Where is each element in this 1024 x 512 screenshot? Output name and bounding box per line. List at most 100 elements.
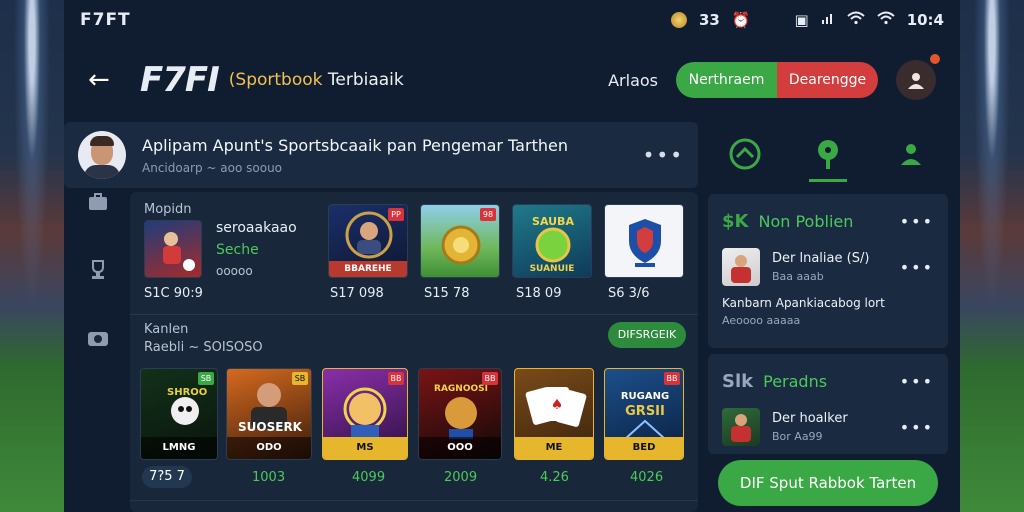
featured-game-code: ooooo	[216, 264, 253, 278]
wifi-icon-secondary	[877, 11, 895, 29]
tab-profile[interactable]	[869, 122, 952, 186]
popular-item-5[interactable]: ♠ ME	[514, 368, 594, 460]
profile-avatar[interactable]	[896, 54, 940, 100]
svg-text:RUGANG: RUGANG	[621, 391, 669, 402]
featured-item-4[interactable]	[604, 204, 684, 278]
item-price: S6 3/6	[608, 286, 650, 301]
trophy-icon[interactable]	[84, 258, 112, 286]
more-options-icon[interactable]: •••	[643, 143, 684, 167]
list-item[interactable]: Der lnaliae (S/) Baa aaab •••	[708, 248, 948, 286]
status-brand: F7FT	[80, 10, 131, 30]
featured-item-2[interactable]: 98	[420, 204, 500, 278]
featured-game-thumbnail[interactable]	[144, 220, 202, 278]
popular-section-label: Kanlen	[144, 322, 189, 337]
item-badge: PP	[388, 208, 404, 221]
svg-text:♠: ♠	[551, 397, 564, 413]
user-icon	[908, 73, 924, 89]
back-arrow-icon[interactable]: ←	[88, 65, 128, 95]
list-item-title: Der lnaliae (S/)	[772, 251, 870, 266]
app-window: F7FT 33 ⏰ ▣ 10:4 ← F7FI (Sportbook Terbi…	[64, 0, 960, 512]
header-link[interactable]: Arlaos	[608, 71, 658, 90]
app-header: ← F7FI (Sportbook Terbiaaik Arlaos Nerth…	[64, 48, 960, 112]
item-price: 4099	[352, 470, 386, 485]
notification-dot	[930, 54, 940, 64]
svg-text:GRSII: GRSII	[625, 404, 665, 419]
mode-toggle[interactable]: Nerthraem Dearengge	[676, 62, 878, 98]
popular-item-2[interactable]: SUOSERK SB ODO	[226, 368, 312, 460]
note-text: Kanbarn Apankiacabog lort	[722, 296, 885, 310]
list-item[interactable]: Der hoalker Bor Aa99 •••	[708, 408, 948, 446]
section-divider	[130, 314, 698, 315]
featured-game-status: Seche	[216, 242, 259, 258]
stats-icon: Slk	[722, 370, 754, 392]
toggle-option-off[interactable]: Dearengge	[777, 62, 878, 98]
coin-icon	[670, 12, 687, 28]
more-options-icon[interactable]: •••	[900, 418, 934, 437]
item-price: 4.26	[540, 470, 569, 485]
side-card-periods: Slk Peradns ••• Der hoalker Bor Aa99 •••	[708, 354, 948, 454]
more-options-icon[interactable]: •••	[900, 212, 934, 231]
left-rail	[80, 190, 116, 390]
section-divider	[130, 500, 698, 501]
gauge-icon	[729, 138, 761, 170]
popular-item-6[interactable]: RUGANG GRSII BB BED	[604, 368, 684, 460]
player-thumbnail	[722, 248, 760, 286]
item-price: S18 09	[516, 286, 562, 301]
svg-text:SAUBA: SAUBA	[532, 215, 574, 228]
battery-saver-icon: ▣	[794, 11, 809, 29]
featured-item-3[interactable]: SAUBA SUANUIE	[512, 204, 592, 278]
more-options-icon[interactable]: •••	[900, 372, 934, 391]
popular-item-4[interactable]: RAGNOOSI BB OOO	[418, 368, 502, 460]
banner-title: Aplipam Apunt's Sportsbcaaik pan Pengema…	[142, 135, 568, 155]
popular-item-1[interactable]: SHROO SB LMNG	[140, 368, 218, 460]
toggle-option-on[interactable]: Nerthraem	[676, 62, 777, 98]
featured-section-label: Mopidn	[144, 202, 192, 217]
camera-icon[interactable]	[84, 326, 112, 354]
item-caption: SUANUIE	[529, 264, 575, 274]
featured-game-price: S1C 90:9	[144, 286, 203, 301]
note-meta: Aeoooo aaaaa	[722, 314, 801, 327]
more-options-icon[interactable]: •••	[900, 258, 934, 277]
app-subtitle: (Sportbook Terbiaaik	[229, 70, 404, 90]
item-caption: BED	[605, 437, 683, 459]
popular-filter-button[interactable]: DIFSRGEIK	[608, 322, 686, 348]
status-bar: F7FT 33 ⏰ ▣ 10:4	[64, 0, 960, 40]
featured-banner-card[interactable]: Aplipam Apunt's Sportsbcaaik pan Pengema…	[64, 122, 698, 188]
user-icon	[900, 144, 921, 165]
item-caption: OOO	[419, 437, 501, 459]
football-player-icon	[163, 232, 195, 271]
featured-item-1[interactable]: PP BBAREHE	[328, 204, 408, 278]
player-avatar	[78, 131, 126, 179]
svg-text:SUOSERK: SUOSERK	[238, 420, 303, 434]
alarm-icon: ⏰	[731, 11, 751, 29]
item-badge: BB	[482, 372, 498, 385]
app-logo: F7FI	[140, 60, 220, 100]
signal-icon	[821, 11, 835, 29]
cta-button[interactable]: DIF Sput Rabbok Tarten	[718, 460, 938, 506]
player-thumbnail	[722, 408, 760, 446]
list-item-meta: Bor Aa99	[772, 430, 823, 443]
side-card-news: $K Non Poblien ••• Der lnaliae (S/) Baa …	[708, 194, 948, 348]
side-card-note: Kanbarn Apankiacabog lort Aeoooo aaaaa	[708, 286, 948, 327]
item-badge: 98	[480, 208, 496, 221]
side-card-title: Non Poblien	[758, 211, 854, 231]
item-price: 7?5 7	[142, 466, 192, 488]
tab-stats[interactable]	[704, 122, 787, 186]
item-caption: LMNG	[141, 437, 217, 459]
item-caption: ME	[515, 437, 593, 459]
item-badge: SB	[292, 372, 308, 385]
item-price: 2009	[444, 470, 478, 485]
item-badge: BB	[388, 372, 404, 385]
side-card-header: $K Non Poblien •••	[708, 194, 948, 248]
popular-section-sublabel: Raebli ~ SOISOSO	[144, 340, 263, 355]
item-caption: ODO	[227, 437, 311, 459]
banner-subtitle: Ancidoarp ~ aoo soouo	[142, 160, 283, 175]
item-badge: BB	[664, 372, 680, 385]
briefcase-icon[interactable]	[84, 190, 112, 218]
app-subtitle-accent: (Sportbook	[228, 70, 323, 90]
svg-text:RAGNOOSI: RAGNOOSI	[434, 384, 488, 394]
tab-live[interactable]	[787, 122, 870, 186]
app-subtitle-rest: Terbiaaik	[322, 70, 404, 90]
popular-item-3[interactable]: BB MS	[322, 368, 408, 460]
clock-time: 10:4	[906, 11, 944, 29]
